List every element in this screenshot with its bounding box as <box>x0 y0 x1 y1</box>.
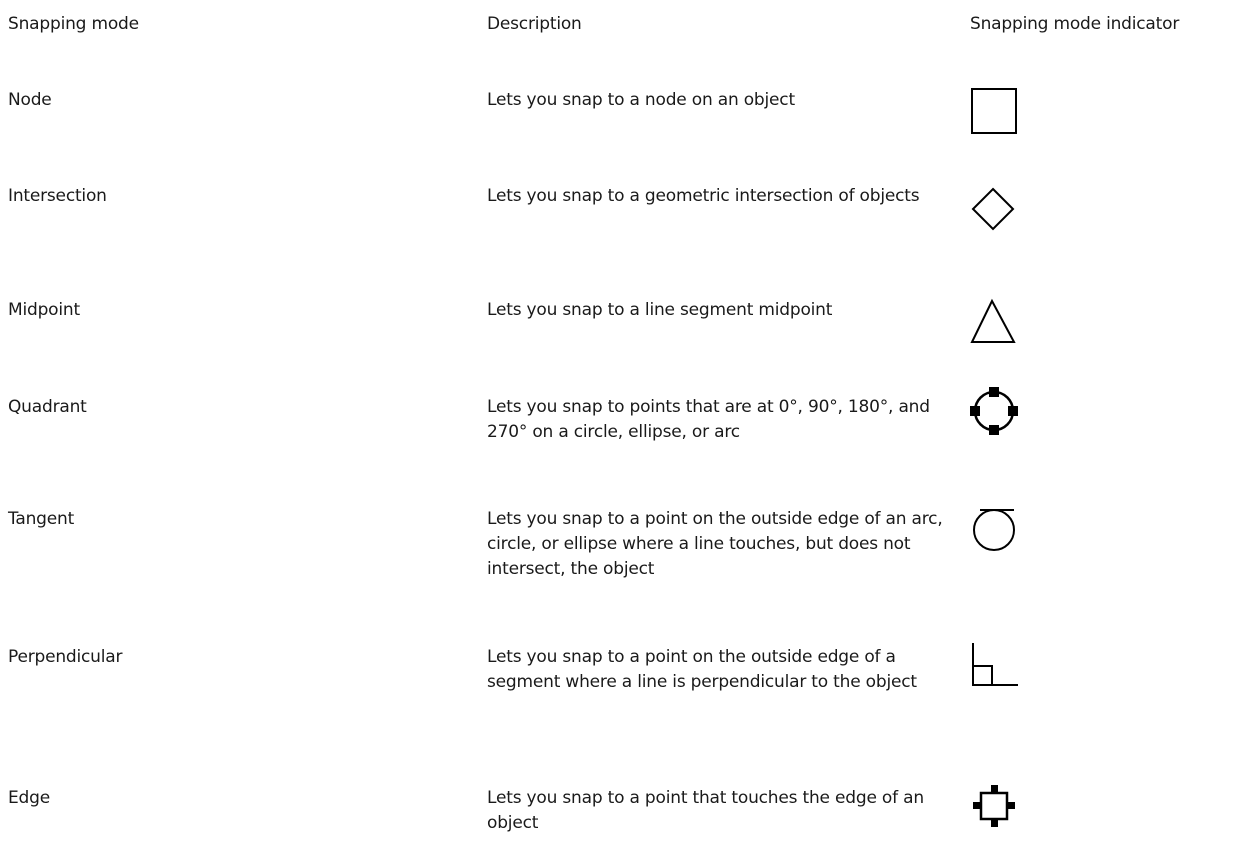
mode-name: Tangent <box>8 509 75 529</box>
mode-description: Lets you snap to a line segment midpoint <box>487 300 833 320</box>
tangent-circle-icon <box>970 506 1020 556</box>
edge-icon <box>970 782 1020 832</box>
quadrant-circle-icon <box>970 387 1020 437</box>
header-indicator: Snapping mode indicator <box>970 14 1180 34</box>
diamond-icon <box>970 186 1020 236</box>
mode-description: Lets you snap to points that are at 0°, … <box>487 397 930 442</box>
mode-description: Lets you snap to a node on an object <box>487 90 795 110</box>
table-row-midpoint: Midpoint Lets you snap to a line segment… <box>8 298 1244 358</box>
mode-name: Intersection <box>8 186 107 206</box>
mode-description: Lets you snap to a point on the outside … <box>487 647 917 692</box>
mode-description: Lets you snap to a point on the outside … <box>487 509 943 579</box>
table-row-node: Node Lets you snap to a node on an objec… <box>8 88 1244 148</box>
mode-name: Quadrant <box>8 397 87 417</box>
mode-name: Perpendicular <box>8 647 123 667</box>
mode-description: Lets you snap to a geometric intersectio… <box>487 186 920 206</box>
square-icon <box>970 87 1020 137</box>
mode-description: Lets you snap to a point that touches th… <box>487 788 924 833</box>
header-description: Description <box>487 14 582 34</box>
table-row-intersection: Intersection Lets you snap to a geometri… <box>8 184 1244 244</box>
mode-name: Edge <box>8 788 50 808</box>
table-row-tangent: Tangent Lets you snap to a point on the … <box>8 507 1244 587</box>
table-header: Snapping mode Description Snapping mode … <box>8 0 1244 50</box>
triangle-icon <box>970 292 1020 343</box>
mode-name: Midpoint <box>8 300 80 320</box>
perpendicular-icon <box>970 641 1020 691</box>
header-snapping-mode: Snapping mode <box>8 14 139 34</box>
table-row-quadrant: Quadrant Lets you snap to points that ar… <box>8 387 1244 455</box>
table-row-perpendicular: Perpendicular Lets you snap to a point o… <box>8 643 1244 725</box>
mode-name: Node <box>8 90 52 110</box>
table-row-edge: Edge Lets you snap to a point that touch… <box>8 785 1244 849</box>
snapping-modes-table: Snapping mode Description Snapping mode … <box>8 0 1244 833</box>
